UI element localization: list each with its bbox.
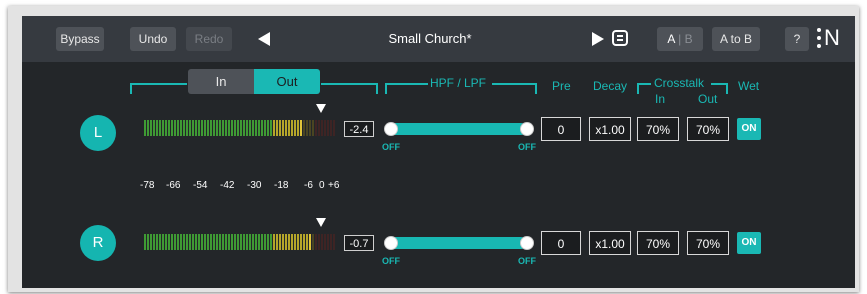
scale-label: -78 bbox=[140, 180, 155, 191]
hpf-value-r: OFF bbox=[382, 256, 400, 266]
ab-separator: | bbox=[678, 32, 682, 46]
hpf-handle-r[interactable] bbox=[384, 236, 398, 250]
scale-label: -54 bbox=[193, 180, 208, 191]
lpf-handle-r[interactable] bbox=[520, 236, 534, 250]
wet-toggle-l[interactable]: ON bbox=[737, 118, 761, 140]
pre-header: Pre bbox=[552, 79, 571, 93]
crosstalk-out-header: Out bbox=[698, 92, 718, 106]
ab-toggle-button[interactable]: A | B bbox=[657, 27, 703, 51]
level-meter-r bbox=[144, 234, 336, 250]
next-preset-icon[interactable] bbox=[592, 32, 604, 46]
lpf-value-r: OFF bbox=[518, 256, 536, 266]
filter-slider-r[interactable] bbox=[389, 237, 527, 249]
crosstalk-in-field-r[interactable]: 70% bbox=[637, 231, 679, 255]
meter-bracket-right bbox=[321, 83, 377, 85]
peak-marker-r-icon bbox=[316, 218, 326, 227]
filter-bracket-left bbox=[386, 83, 428, 85]
filter-bracket-left-tick bbox=[385, 83, 387, 94]
channel-l-button[interactable]: L bbox=[80, 115, 116, 151]
peak-readout-l: -2.4 bbox=[344, 121, 374, 137]
channel-r-button[interactable]: R bbox=[80, 225, 116, 261]
scale-label: -6 bbox=[304, 180, 313, 191]
main-panel bbox=[22, 62, 855, 288]
filter-bracket-right bbox=[492, 83, 536, 85]
undo-button[interactable]: Undo bbox=[130, 27, 176, 51]
wet-header: Wet bbox=[738, 79, 760, 93]
bypass-button[interactable]: Bypass bbox=[56, 27, 104, 51]
crosstalk-in-field-l[interactable]: 70% bbox=[637, 117, 679, 141]
redo-button[interactable]: Redo bbox=[186, 27, 232, 51]
logo-dots-icon bbox=[817, 27, 822, 51]
filter-slider-l[interactable] bbox=[389, 123, 527, 135]
wet-toggle-r[interactable]: ON bbox=[737, 232, 761, 254]
hpf-handle-l[interactable] bbox=[384, 122, 398, 136]
pre-delay-field-l[interactable]: 0 bbox=[541, 117, 581, 141]
preset-list-icon[interactable] bbox=[612, 30, 628, 46]
meter-bracket-left-tick bbox=[130, 83, 132, 94]
crosstalk-bracket-right-tick bbox=[726, 83, 728, 94]
crosstalk-in-header: In bbox=[655, 92, 666, 106]
help-button[interactable]: ? bbox=[785, 27, 809, 51]
hpf-value-l: OFF bbox=[382, 142, 400, 152]
decay-header: Decay bbox=[593, 79, 628, 93]
filter-header: HPF / LPF bbox=[430, 76, 487, 90]
meter-segment bbox=[333, 234, 336, 250]
preset-name[interactable]: Small Church* bbox=[350, 28, 510, 50]
crosstalk-out-field-r[interactable]: 70% bbox=[687, 231, 729, 255]
tab-out[interactable]: Out bbox=[254, 69, 320, 94]
filter-bracket-right-tick bbox=[535, 83, 537, 94]
crosstalk-bracket-left bbox=[637, 83, 651, 85]
scale-label: -66 bbox=[166, 180, 181, 191]
peak-marker-l-icon bbox=[316, 104, 326, 113]
scale-label: +6 bbox=[328, 180, 340, 191]
scale-label: 0 bbox=[319, 180, 325, 191]
tab-in[interactable]: In bbox=[188, 69, 254, 94]
ab-a-label: A bbox=[667, 32, 675, 46]
previous-preset-icon[interactable] bbox=[258, 32, 270, 46]
peak-readout-r: -0.7 bbox=[344, 235, 374, 251]
a-to-b-button[interactable]: A to B bbox=[712, 27, 760, 51]
meter-bracket-right-tick bbox=[376, 83, 378, 94]
lpf-handle-l[interactable] bbox=[520, 122, 534, 136]
meter-segment bbox=[333, 120, 336, 136]
decay-field-l[interactable]: x1.00 bbox=[589, 117, 631, 141]
pre-delay-field-r[interactable]: 0 bbox=[541, 231, 581, 255]
logo: N bbox=[824, 25, 840, 50]
scale-label: -18 bbox=[274, 180, 289, 191]
crosstalk-header: Crosstalk bbox=[654, 76, 705, 90]
scale-label: -42 bbox=[220, 180, 235, 191]
meter-bracket-left bbox=[131, 83, 187, 85]
decay-field-r[interactable]: x1.00 bbox=[589, 231, 631, 255]
level-meter-l bbox=[144, 120, 336, 136]
crosstalk-bracket-right bbox=[711, 83, 727, 85]
lpf-value-l: OFF bbox=[518, 142, 536, 152]
ab-b-label: B bbox=[684, 32, 693, 46]
crosstalk-out-field-l[interactable]: 70% bbox=[687, 117, 729, 141]
scale-label: -30 bbox=[247, 180, 262, 191]
